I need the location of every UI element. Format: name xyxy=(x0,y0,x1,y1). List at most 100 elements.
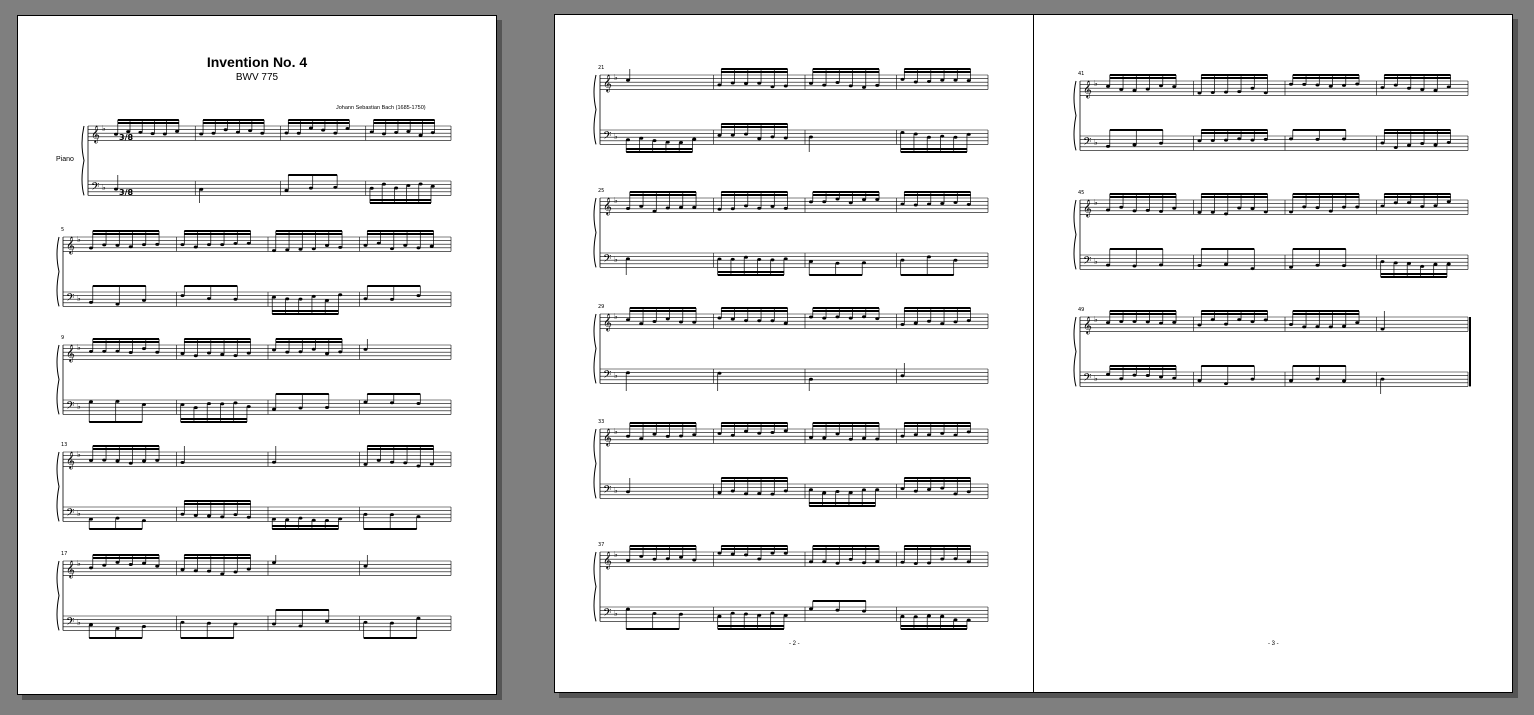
note-head xyxy=(1289,82,1293,86)
note-head xyxy=(220,572,225,576)
note-head xyxy=(730,81,735,85)
note-head xyxy=(652,209,657,213)
note-head xyxy=(626,559,630,563)
note-head xyxy=(321,128,326,132)
note-head xyxy=(927,487,931,491)
note-head xyxy=(390,401,394,405)
note-head xyxy=(809,436,813,440)
note-head xyxy=(875,198,880,202)
treble-clef: 𝄞 xyxy=(66,560,75,578)
note-group xyxy=(284,119,350,135)
note-head xyxy=(180,568,185,572)
note-head xyxy=(770,204,775,208)
note-group xyxy=(625,371,630,391)
note-head xyxy=(848,316,853,320)
note-group xyxy=(626,307,697,326)
measure-number: 13 xyxy=(61,442,67,448)
note-head xyxy=(730,207,735,211)
note-head xyxy=(1172,206,1177,210)
note-group xyxy=(1289,129,1347,141)
note-head xyxy=(639,136,644,140)
note-head xyxy=(717,133,722,137)
note-head xyxy=(730,257,735,261)
note-head xyxy=(927,202,931,206)
note-head xyxy=(1302,205,1307,209)
note-head xyxy=(325,406,329,410)
note-head xyxy=(128,563,133,567)
note-head xyxy=(272,517,276,521)
flat-sign: ♭ xyxy=(102,124,106,133)
measure-number: 25 xyxy=(598,188,604,194)
note-head xyxy=(1132,373,1137,377)
note-head xyxy=(1210,210,1215,214)
note-head xyxy=(260,131,265,135)
note-head xyxy=(363,564,368,568)
flat-sign: ♭ xyxy=(614,486,618,495)
note-head xyxy=(966,618,971,622)
note-head xyxy=(246,405,251,409)
note-head xyxy=(626,78,630,82)
note-head xyxy=(311,347,316,351)
note-head xyxy=(233,297,238,301)
flat-sign: ♭ xyxy=(614,132,618,141)
note-group xyxy=(626,191,697,213)
note-head xyxy=(1250,138,1255,142)
measure-number: 33 xyxy=(598,419,604,425)
note-head xyxy=(626,490,630,494)
treble-clef: 𝄞 xyxy=(1083,199,1092,217)
note-head xyxy=(1237,137,1242,141)
note-head xyxy=(1342,264,1346,268)
note-head xyxy=(207,621,211,625)
note-head xyxy=(1355,82,1360,86)
note-head xyxy=(272,295,276,299)
note-head xyxy=(770,135,775,139)
treble-clef: 𝄞 xyxy=(1083,316,1092,334)
note-head xyxy=(363,400,368,404)
note-head xyxy=(900,202,905,206)
system-brace xyxy=(56,451,60,522)
note-head xyxy=(115,459,120,463)
note-group xyxy=(626,545,697,563)
note-head xyxy=(626,138,630,142)
note-head xyxy=(272,460,276,464)
note-head xyxy=(913,80,918,84)
note-head xyxy=(1224,138,1228,142)
note-head xyxy=(115,560,120,564)
note-head xyxy=(626,318,630,322)
note-group xyxy=(900,422,971,438)
note-head xyxy=(406,129,411,133)
note-head xyxy=(626,434,630,438)
note-head xyxy=(966,203,971,207)
note-head xyxy=(744,612,748,616)
note-head xyxy=(900,487,905,491)
bass-clef: 𝄢 xyxy=(603,484,611,499)
note-group xyxy=(717,371,722,391)
note-head xyxy=(900,322,905,326)
note-head xyxy=(730,611,735,615)
note-head xyxy=(900,560,905,564)
flat-sign: ♭ xyxy=(1094,79,1098,88)
note-head xyxy=(1250,377,1255,381)
note-head xyxy=(1145,320,1150,324)
system-brace xyxy=(56,560,60,631)
flat-sign: ♭ xyxy=(77,450,81,459)
note-head xyxy=(783,321,788,325)
note-head xyxy=(900,258,905,262)
note-head xyxy=(639,554,644,558)
note-head xyxy=(717,257,722,261)
flat-sign: ♭ xyxy=(614,255,618,264)
note-head xyxy=(1263,137,1268,141)
note-head xyxy=(862,198,866,202)
note-head xyxy=(665,317,670,321)
note-head xyxy=(418,182,423,186)
flat-sign: ♭ xyxy=(1094,138,1098,147)
note-head xyxy=(927,255,931,259)
note-head xyxy=(862,85,866,89)
treble-clef: 𝄞 xyxy=(603,551,612,569)
note-head xyxy=(822,200,827,204)
note-head xyxy=(363,243,368,247)
note-head xyxy=(1289,137,1293,141)
note-head xyxy=(338,517,343,521)
note-head xyxy=(913,615,918,619)
note-head xyxy=(142,403,146,407)
